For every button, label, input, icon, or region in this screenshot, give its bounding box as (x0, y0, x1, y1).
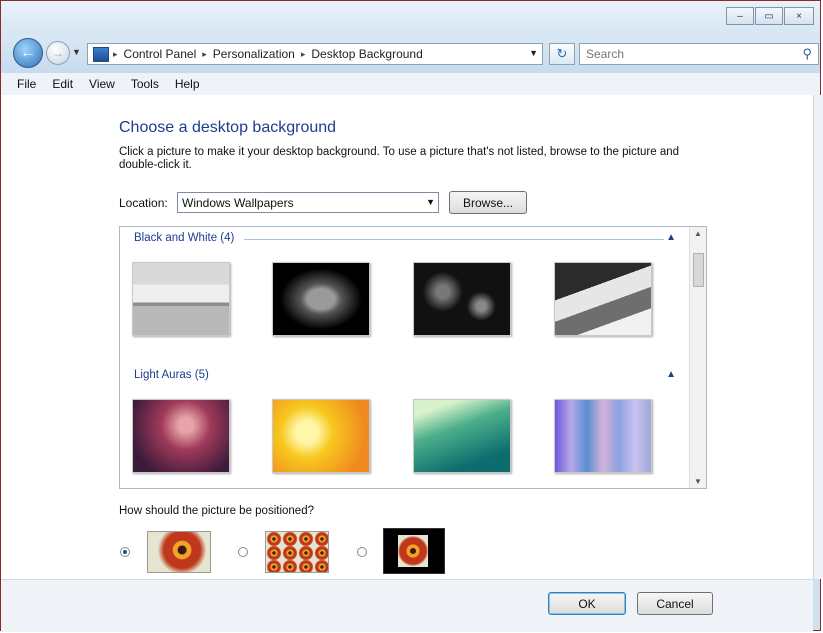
search-icon[interactable]: ⚲ (802, 46, 812, 62)
group-header-black-and-white[interactable]: Black and White (4) (134, 232, 234, 244)
navigation-bar: ← → ▼ ▸ Control Panel ▸ Personalization … (1, 35, 820, 73)
scroll-up-icon[interactable]: ▲ (694, 229, 702, 238)
position-radio-center[interactable] (357, 547, 367, 557)
location-value: Windows Wallpapers (182, 195, 294, 210)
location-select[interactable]: Windows Wallpapers ▼ (177, 192, 439, 213)
wallpaper-thumbnail[interactable] (554, 399, 652, 473)
group-divider (244, 239, 664, 240)
breadcrumb-separator[interactable]: ▸ (113, 49, 118, 60)
browse-button[interactable]: Browse... (449, 191, 527, 214)
ok-button[interactable]: OK (548, 592, 626, 615)
wallpaper-thumbnail[interactable] (554, 262, 652, 336)
caption-buttons: – ▭ × (726, 7, 814, 25)
scrollbar-thumb[interactable] (693, 253, 704, 287)
collapse-black-and-white-icon[interactable]: ▲ (666, 232, 676, 243)
window-scrollbar[interactable] (813, 95, 823, 579)
footer-bar: OK Cancel (1, 579, 813, 632)
maximize-button[interactable]: ▭ (755, 7, 783, 25)
address-bar[interactable]: ▸ Control Panel ▸ Personalization ▸ Desk… (87, 43, 543, 65)
menu-edit[interactable]: Edit (52, 77, 73, 91)
location-label: Location: (119, 196, 168, 210)
menu-bar: File Edit View Tools Help (1, 73, 820, 96)
breadcrumb-desktop-background[interactable]: Desktop Background (311, 47, 422, 61)
main-content: Choose a desktop background Click a pict… (1, 95, 813, 579)
menu-help[interactable]: Help (175, 77, 200, 91)
wallpaper-thumbnail[interactable] (272, 262, 370, 336)
minimize-button[interactable]: – (726, 7, 754, 25)
breadcrumb-separator[interactable]: ▸ (301, 49, 306, 60)
forward-button[interactable]: → (46, 41, 70, 65)
refresh-button[interactable]: ↻ (549, 43, 575, 65)
recent-pages-dropdown[interactable]: ▼ (72, 47, 81, 57)
position-preview-fit[interactable] (147, 531, 211, 573)
position-radio-fit[interactable] (120, 547, 130, 557)
address-dropdown-icon[interactable]: ▼ (529, 48, 538, 58)
close-button[interactable]: × (784, 7, 814, 25)
gallery-scrollbar[interactable]: ▲ ▼ (689, 227, 706, 488)
search-placeholder: Search (586, 47, 625, 61)
arrow-right-icon: → (52, 46, 64, 60)
refresh-icon: ↻ (556, 46, 568, 61)
chevron-down-icon: ▼ (426, 197, 435, 207)
breadcrumb-separator[interactable]: ▸ (202, 49, 207, 60)
instructions-text: Click a picture to make it your desktop … (119, 146, 680, 171)
menu-file[interactable]: File (17, 77, 36, 91)
position-question: How should the picture be positioned? (119, 505, 314, 517)
scroll-down-icon[interactable]: ▼ (694, 477, 702, 486)
control-panel-icon (93, 46, 109, 62)
centered-image (398, 535, 428, 567)
position-preview-tile[interactable] (265, 531, 329, 573)
page-title: Choose a desktop background (119, 119, 337, 136)
position-radio-tile[interactable] (238, 547, 248, 557)
arrow-left-icon: ← (20, 44, 36, 61)
breadcrumb-personalization[interactable]: Personalization (213, 47, 295, 61)
wallpaper-thumbnail[interactable] (132, 399, 230, 473)
menu-view[interactable]: View (89, 77, 115, 91)
title-bar[interactable]: – ▭ × (1, 1, 820, 35)
menu-tools[interactable]: Tools (131, 77, 159, 91)
wallpaper-thumbnail[interactable] (413, 262, 511, 336)
wallpaper-thumbnail[interactable] (413, 399, 511, 473)
breadcrumb-control-panel[interactable]: Control Panel (124, 47, 197, 61)
position-preview-center[interactable] (383, 528, 445, 574)
search-input[interactable]: Search ⚲ (579, 43, 819, 65)
wallpaper-gallery: Black and White (4) ▲ Light Auras (5) ▲ … (119, 226, 707, 489)
back-button[interactable]: ← (13, 38, 43, 68)
desktop-background-window: – ▭ × ← → ▼ ▸ Control Panel ▸ Personaliz… (0, 0, 823, 632)
cancel-button[interactable]: Cancel (637, 592, 713, 615)
wallpaper-thumbnail[interactable] (132, 262, 230, 336)
wallpaper-thumbnail[interactable] (272, 399, 370, 473)
group-header-light-auras[interactable]: Light Auras (5) (134, 369, 209, 381)
collapse-light-auras-icon[interactable]: ▲ (666, 369, 676, 380)
